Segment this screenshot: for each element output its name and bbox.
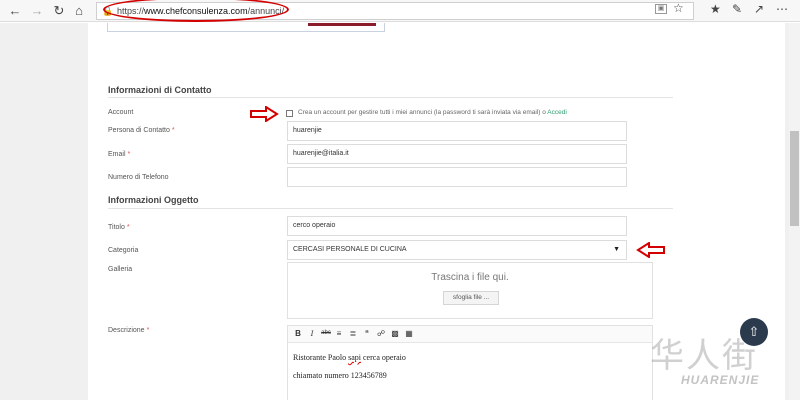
quote-icon[interactable]: “ xyxy=(361,329,373,338)
email-label: Email * xyxy=(108,151,131,158)
email-input[interactable]: huarenjie@italia.it xyxy=(287,144,627,164)
url-text: https://www.chefconsulenza.com/annunci/ xyxy=(117,6,285,16)
page-scrollbar[interactable] xyxy=(789,23,800,400)
image-icon[interactable]: ▩ xyxy=(389,329,401,338)
reading-view-icon[interactable]: ▣ xyxy=(655,4,667,14)
home-icon[interactable]: ⌂ xyxy=(70,2,88,20)
pen-note-icon[interactable]: ✎ xyxy=(732,2,742,16)
title-label: Titolo * xyxy=(108,224,130,231)
back-arrow-icon[interactable]: ← xyxy=(6,2,24,20)
create-account-text: Crea un account per gestire tutti i miei… xyxy=(298,109,567,116)
category-select[interactable]: CERCASI PERSONALE DI CUCINA ▼ xyxy=(287,240,627,260)
more-menu-icon[interactable]: ⋯ xyxy=(776,2,788,16)
previous-section-accent xyxy=(308,23,376,26)
numbered-list-icon[interactable]: ≣ xyxy=(347,329,359,338)
bullet-list-icon[interactable]: ≡ xyxy=(333,329,345,338)
phone-label: Numero di Telefono xyxy=(108,174,169,181)
link-icon[interactable]: ☍ xyxy=(375,329,387,338)
forward-arrow-icon[interactable]: → xyxy=(28,2,46,20)
category-annotation-arrow xyxy=(636,242,665,258)
strikethrough-icon[interactable]: abc xyxy=(320,330,332,336)
account-annotation-arrow xyxy=(250,106,279,122)
watermark-latin: HUARENJIE xyxy=(681,373,760,387)
favorite-star-icon[interactable]: ☆ xyxy=(673,1,684,15)
contact-person-label: Persona di Contatto * xyxy=(108,127,175,134)
create-account-checkbox[interactable] xyxy=(286,110,293,117)
lock-icon: 🔒 xyxy=(102,6,114,16)
category-label: Categoria xyxy=(108,247,139,254)
contact-person-input[interactable]: huarenjie xyxy=(287,121,627,141)
dropzone-text: Trascina i file qui. xyxy=(431,272,509,283)
caret-down-icon: ▼ xyxy=(613,246,620,253)
refresh-icon[interactable]: ↻ xyxy=(50,2,68,20)
address-bar[interactable]: 🔒 https://www.chefconsulenza.com/annunci… xyxy=(96,2,694,20)
gallery-label: Galleria xyxy=(108,266,133,273)
italic-icon[interactable]: I xyxy=(306,329,318,338)
phone-input[interactable] xyxy=(287,167,627,187)
scrollbar-thumb[interactable] xyxy=(790,131,799,226)
category-selected-value: CERCASI PERSONALE DI CUCINA xyxy=(293,246,407,253)
account-label: Account xyxy=(108,109,134,116)
browse-files-button[interactable]: sfoglia file ... xyxy=(443,291,499,305)
title-input[interactable]: cerco operaio xyxy=(287,216,627,236)
table-icon[interactable]: ▦ xyxy=(403,329,415,338)
bold-icon[interactable]: B xyxy=(292,329,304,338)
description-label: Descrizione * xyxy=(108,327,150,334)
file-dropzone[interactable]: Trascina i file qui. sfoglia file ... xyxy=(287,262,653,319)
browser-toolbar: ← → ↻ ⌂ 🔒 https://www.chefconsulenza.com… xyxy=(0,0,800,22)
contact-section-divider xyxy=(108,97,673,98)
description-line-2: chiamato numero 123456789 xyxy=(293,371,387,380)
editor-toolbar: B I abc ≡ ≣ “ ☍ ▩ ▦ xyxy=(288,326,652,343)
object-section-title: Informazioni Oggetto xyxy=(108,195,199,205)
contact-section-title: Informazioni di Contatto xyxy=(108,85,212,95)
favorites-hub-icon[interactable]: ★ xyxy=(710,2,721,16)
description-line-1: Ristorante Paolo sapi cerca operaio xyxy=(293,353,406,362)
object-section-divider xyxy=(108,208,673,209)
accedi-link[interactable]: Accedi xyxy=(547,109,567,116)
share-icon[interactable]: ↗ xyxy=(754,2,764,16)
description-editor[interactable]: B I abc ≡ ≣ “ ☍ ▩ ▦ Ristorante Paolo sap… xyxy=(287,325,653,400)
rocket-icon[interactable]: ⇧ xyxy=(740,318,768,346)
